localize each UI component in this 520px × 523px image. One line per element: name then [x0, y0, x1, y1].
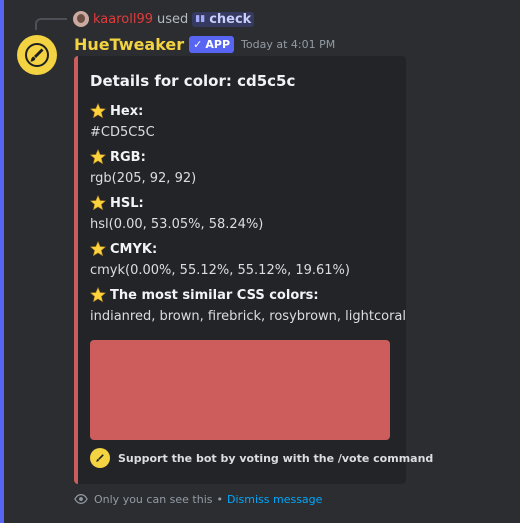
embed-title-prefix: Details for color:: [90, 72, 232, 90]
field-name: Hex:: [110, 103, 144, 119]
field-value: hsl(0.00, 53.05%, 58.24%): [90, 217, 264, 232]
field-value: cmyk(0.00%, 55.12%, 55.12%, 19.61%): [90, 263, 350, 278]
footer-text: Support the bot by voting with the /vote…: [118, 451, 434, 465]
star-icon: [90, 287, 106, 303]
field-name: RGB:: [110, 149, 146, 165]
ephemeral-text: Only you can see this: [94, 492, 213, 506]
reply-username[interactable]: kaaroll99: [93, 12, 153, 27]
paintbrush-icon: [96, 454, 104, 462]
checkmark-icon: ✓: [193, 37, 203, 51]
field-cmyk: CMYK: cmyk(0.00%, 55.12%, 55.12%, 19.61%…: [90, 240, 390, 278]
app-badge: ✓ APP: [189, 35, 235, 53]
field-similar-colors: The most similar CSS colors: indianred, …: [90, 286, 407, 324]
field-hex: Hex: #CD5C5C: [90, 102, 390, 140]
field-value: rgb(205, 92, 92): [90, 171, 197, 186]
separator-dot: •: [216, 492, 224, 506]
command-name: check: [209, 11, 252, 27]
field-hsl: HSL: hsl(0.00, 53.05%, 58.24%): [90, 194, 390, 232]
message-timestamp[interactable]: Today at 4:01 PM: [241, 38, 335, 51]
field-name: The most similar CSS colors:: [110, 287, 319, 303]
eye-icon: [74, 492, 88, 506]
field-value: #CD5C5C: [90, 125, 155, 140]
slash-command-icon: ▮▮: [195, 14, 206, 24]
field-name: CMYK:: [110, 241, 158, 257]
embed-footer: Support the bot by voting with the /vote…: [90, 448, 433, 468]
star-icon: [90, 149, 106, 165]
star-icon: [90, 195, 106, 211]
star-icon: [90, 241, 106, 257]
color-details-embed: Details for color: cd5c5c Hex: #CD5C5C R…: [74, 56, 433, 484]
command-mention[interactable]: ▮▮ check: [192, 11, 255, 27]
user-avatar[interactable]: [73, 11, 89, 27]
message-header: HueTweaker ✓ APP Today at 4:01 PM: [74, 33, 335, 55]
command-reply-header: kaaroll99 used ▮▮ check: [73, 10, 255, 28]
reply-connector: [35, 18, 67, 30]
message-highlight-bar: [0, 0, 4, 523]
bot-avatar[interactable]: [17, 35, 57, 75]
star-icon: [90, 103, 106, 119]
field-name: HSL:: [110, 195, 144, 211]
embed-title-color: cd5c5c: [237, 72, 296, 90]
color-swatch-image[interactable]: [90, 340, 390, 440]
ephemeral-notice: Only you can see this • Dismiss message: [74, 491, 322, 507]
field-value: indianred, brown, firebrick, rosybrown, …: [90, 309, 407, 324]
app-badge-label: APP: [205, 37, 231, 51]
paintbrush-icon: [25, 43, 49, 67]
dismiss-message-link[interactable]: Dismiss message: [227, 493, 322, 506]
field-rgb: RGB: rgb(205, 92, 92): [90, 148, 390, 186]
embed-title: Details for color: cd5c5c: [90, 72, 295, 90]
footer-avatar: [90, 448, 110, 468]
reply-used-text: used: [157, 11, 189, 27]
bot-username[interactable]: HueTweaker: [74, 35, 184, 54]
